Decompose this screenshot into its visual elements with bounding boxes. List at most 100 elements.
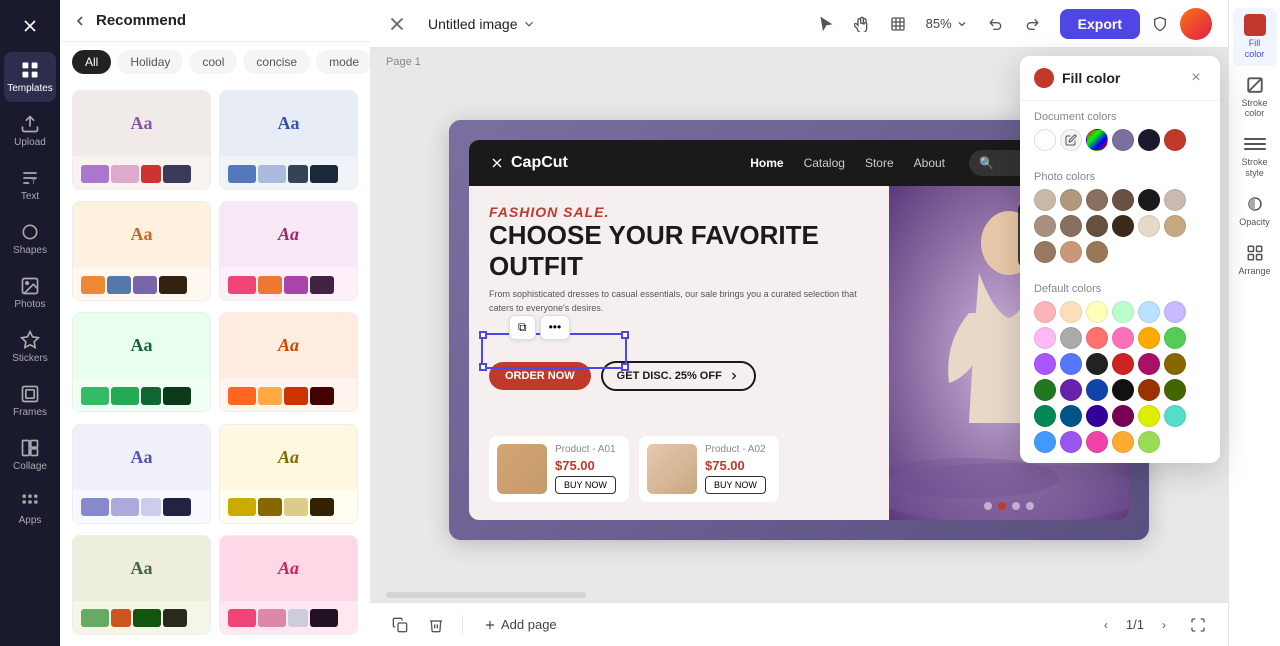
template-card-2[interactable]: Aa (219, 90, 358, 190)
tag-holiday[interactable]: Holiday (117, 50, 183, 74)
dc-11[interactable] (1138, 327, 1160, 349)
dc-23[interactable] (1138, 379, 1160, 401)
right-panel-opacity[interactable]: Opacity (1233, 187, 1277, 234)
zoom-control[interactable]: 85% (918, 12, 976, 35)
photo-color-3[interactable] (1086, 189, 1108, 211)
dot-2[interactable] (998, 502, 1006, 510)
photo-color-13[interactable] (1034, 241, 1056, 263)
dc-21[interactable] (1086, 379, 1108, 401)
dc-7[interactable] (1034, 327, 1056, 349)
right-panel-fill-color[interactable]: Fillcolor (1233, 8, 1277, 66)
sidebar-item-frames[interactable]: Frames (4, 376, 56, 426)
prev-page-button[interactable]: ‹ (1094, 613, 1118, 637)
template-card-4[interactable]: Aa (219, 201, 358, 301)
selection-copy-icon[interactable]: ⧉ (509, 315, 536, 340)
panel-back-button[interactable] (72, 13, 88, 29)
sidebar-item-shapes[interactable]: Shapes (4, 214, 56, 264)
dot-4[interactable] (1026, 502, 1034, 510)
doc-color-edit[interactable] (1060, 129, 1082, 151)
right-panel-arrange[interactable]: Arrange (1233, 236, 1277, 283)
dc-27[interactable] (1086, 405, 1108, 427)
template-card-6[interactable]: Aa (219, 312, 358, 412)
dc-2[interactable] (1060, 301, 1082, 323)
dc-8[interactable] (1060, 327, 1082, 349)
dc-35[interactable] (1138, 431, 1160, 453)
photo-color-6[interactable] (1164, 189, 1186, 211)
photo-color-2[interactable] (1060, 189, 1082, 211)
cursor-tool[interactable] (810, 8, 842, 40)
sidebar-item-stickers[interactable]: Stickers (4, 322, 56, 372)
dc-14[interactable] (1060, 353, 1082, 375)
redo-button[interactable] (1016, 8, 1048, 40)
doc-color-multi[interactable] (1086, 129, 1108, 151)
dc-1[interactable] (1034, 301, 1056, 323)
dc-20[interactable] (1060, 379, 1082, 401)
sidebar-item-text[interactable]: T Text (4, 160, 56, 210)
dc-13[interactable] (1034, 353, 1056, 375)
template-card-8[interactable]: Aa (219, 424, 358, 524)
popup-close-button[interactable]: × (1186, 68, 1206, 88)
user-avatar[interactable] (1180, 8, 1212, 40)
tag-mode[interactable]: mode (316, 50, 370, 74)
scrollbar[interactable] (386, 592, 586, 598)
duplicate-page-button[interactable] (386, 611, 414, 639)
product-buy-1[interactable]: BUY NOW (555, 476, 616, 494)
right-panel-stroke-style[interactable]: Strokestyle (1233, 127, 1277, 185)
photo-color-5[interactable] (1138, 189, 1160, 211)
photo-color-9[interactable] (1086, 215, 1108, 237)
delete-page-button[interactable] (422, 611, 450, 639)
photo-color-15[interactable] (1086, 241, 1108, 263)
dc-4[interactable] (1112, 301, 1134, 323)
template-card-3[interactable]: Aa (72, 201, 211, 301)
photo-color-14[interactable] (1060, 241, 1082, 263)
dot-1[interactable] (984, 502, 992, 510)
sidebar-item-logo[interactable] (4, 8, 56, 44)
dc-10[interactable] (1112, 327, 1134, 349)
next-page-button[interactable]: › (1152, 613, 1176, 637)
sidebar-item-apps[interactable]: Apps (4, 484, 56, 534)
template-card-9[interactable]: Aa (72, 535, 211, 635)
expand-button[interactable] (1184, 611, 1212, 639)
frame-tool[interactable] (882, 8, 914, 40)
selection-more-icon[interactable]: ••• (540, 315, 571, 340)
dc-5[interactable] (1138, 301, 1160, 323)
photo-color-7[interactable] (1034, 215, 1056, 237)
photo-color-12[interactable] (1164, 215, 1186, 237)
dc-32[interactable] (1060, 431, 1082, 453)
dc-18[interactable] (1164, 353, 1186, 375)
order-now-button[interactable]: ORDER NOW (489, 362, 591, 390)
dot-3[interactable] (1012, 502, 1020, 510)
dc-26[interactable] (1060, 405, 1082, 427)
export-button[interactable]: Export (1060, 9, 1140, 39)
dc-12[interactable] (1164, 327, 1186, 349)
sidebar-item-collage[interactable]: Collage (4, 430, 56, 480)
tag-cool[interactable]: cool (189, 50, 237, 74)
discount-button[interactable]: GET DISC. 25% OFF (601, 361, 756, 391)
doc-color-white[interactable] (1034, 129, 1056, 151)
template-card-10[interactable]: Aa (219, 535, 358, 635)
dc-6[interactable] (1164, 301, 1186, 323)
template-card-1[interactable]: Aa (72, 90, 211, 190)
tag-concise[interactable]: concise (243, 50, 310, 74)
dc-9[interactable] (1086, 327, 1108, 349)
photo-color-1[interactable] (1034, 189, 1056, 211)
doc-color-purple[interactable] (1112, 129, 1134, 151)
dc-24[interactable] (1164, 379, 1186, 401)
photo-color-10[interactable] (1112, 215, 1134, 237)
right-panel-stroke-color[interactable]: Strokecolor (1233, 68, 1277, 126)
sidebar-item-upload[interactable]: Upload (4, 106, 56, 156)
photo-color-8[interactable] (1060, 215, 1082, 237)
dc-34[interactable] (1112, 431, 1134, 453)
dc-15[interactable] (1086, 353, 1108, 375)
dc-22[interactable] (1112, 379, 1134, 401)
dc-33[interactable] (1086, 431, 1108, 453)
sidebar-item-photos[interactable]: Photos (4, 268, 56, 318)
dc-31[interactable] (1034, 431, 1056, 453)
photo-color-4[interactable] (1112, 189, 1134, 211)
undo-button[interactable] (980, 8, 1012, 40)
dc-17[interactable] (1138, 353, 1160, 375)
dc-19[interactable] (1034, 379, 1056, 401)
dc-29[interactable] (1138, 405, 1160, 427)
doc-color-red[interactable] (1164, 129, 1186, 151)
dc-28[interactable] (1112, 405, 1134, 427)
